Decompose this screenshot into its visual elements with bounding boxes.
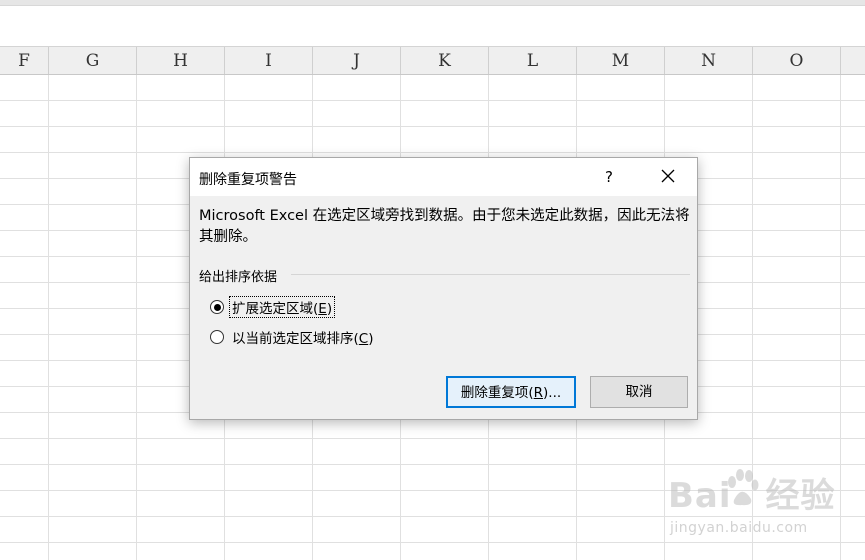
- column-header-o[interactable]: O: [753, 47, 841, 74]
- baidu-jingyan-watermark: Bai 经验 jingyan.baidu.com: [668, 468, 858, 548]
- column-header-j[interactable]: J: [313, 47, 401, 74]
- column-header-m[interactable]: M: [577, 47, 665, 74]
- row-gridline: [0, 438, 865, 439]
- sort-basis-group-label: 给出排序依据: [199, 270, 278, 285]
- cancel-button[interactable]: 取消: [590, 376, 688, 408]
- row-gridline: [0, 126, 865, 127]
- column-header-k[interactable]: K: [401, 47, 489, 74]
- formula-bar-area[interactable]: [0, 6, 865, 47]
- column-gridline: [136, 75, 137, 560]
- dialog-titlebar[interactable]: 删除重复项警告 ?: [190, 158, 697, 196]
- paw-icon: [728, 469, 759, 506]
- row-gridline: [0, 152, 865, 153]
- column-header-f[interactable]: F: [0, 47, 49, 74]
- dialog-title: 删除重复项警告: [199, 172, 297, 188]
- radio-button-checked[interactable]: [210, 300, 224, 314]
- row-gridline: [0, 464, 865, 465]
- column-gridline: [48, 75, 49, 560]
- watermark-url: jingyan.baidu.com: [670, 520, 808, 536]
- column-header-n[interactable]: N: [665, 47, 753, 74]
- group-divider: [291, 274, 690, 275]
- column-header-g[interactable]: G: [49, 47, 137, 74]
- radio-current-selection-label: 以当前选定区域排序(C): [232, 331, 374, 347]
- close-button[interactable]: [650, 164, 686, 190]
- row-gridline: [0, 100, 865, 101]
- remove-duplicates-warning-dialog: 删除重复项警告 ? Microsoft Excel 在选定区域旁找到数据。由于您…: [189, 157, 698, 420]
- radio-current-selection[interactable]: 以当前选定区域排序(C): [210, 327, 376, 347]
- radio-expand-selection[interactable]: 扩展选定区域(E): [210, 296, 336, 318]
- column-header-row: F G H I J K L M N O: [0, 47, 865, 75]
- warning-message: Microsoft Excel 在选定区域旁找到数据。由于您未选定此数据，因此无…: [199, 208, 690, 245]
- column-header-p[interactable]: [841, 47, 865, 74]
- radio-expand-selection-label: 扩展选定区域(E): [228, 296, 336, 318]
- column-header-i[interactable]: I: [225, 47, 313, 74]
- column-header-h[interactable]: H: [137, 47, 225, 74]
- remove-duplicates-button[interactable]: 删除重复项(R)...: [446, 376, 576, 408]
- radio-button-unchecked[interactable]: [210, 330, 224, 344]
- column-header-l[interactable]: L: [489, 47, 577, 74]
- help-button[interactable]: ?: [594, 164, 624, 190]
- close-icon: [661, 169, 675, 183]
